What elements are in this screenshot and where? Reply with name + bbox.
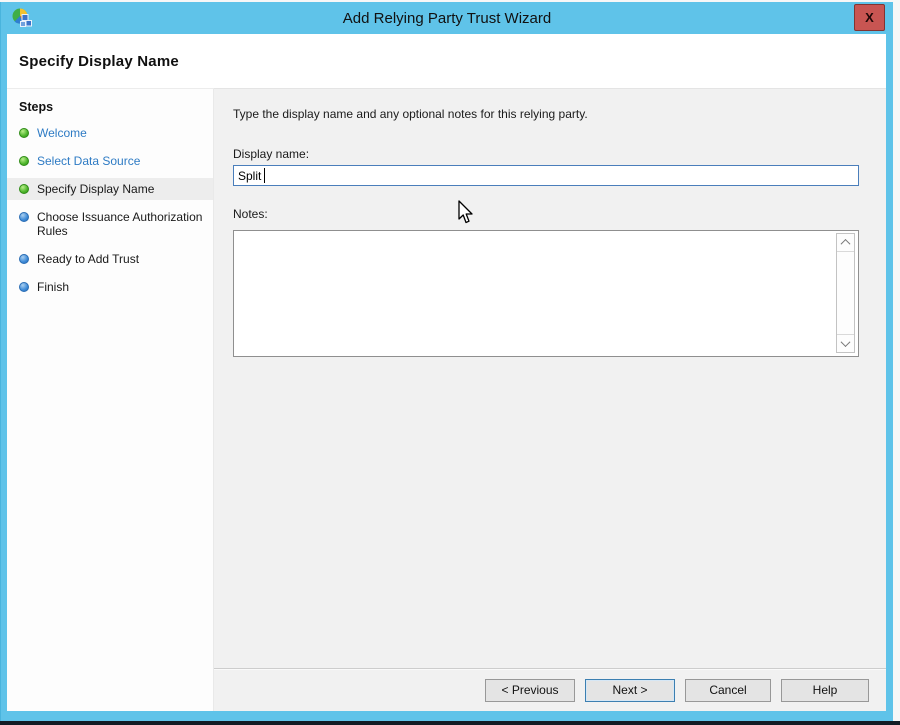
blue-dot-icon <box>19 254 29 264</box>
notes-label: Notes: <box>233 207 886 221</box>
wizard-window: Add Relying Party Trust Wizard X Specify… <box>0 2 893 721</box>
scroll-track[interactable] <box>837 252 854 334</box>
window-title: Add Relying Party Trust Wizard <box>1 2 893 34</box>
chevron-up-icon <box>841 239 851 249</box>
sidebar-step-finish[interactable]: Finish <box>7 276 213 298</box>
sidebar-step-select-data-source[interactable]: Select Data Source <box>7 150 213 172</box>
scroll-up-button[interactable] <box>837 234 854 252</box>
sidebar-step-welcome[interactable]: Welcome <box>7 122 213 144</box>
page-title: Specify Display Name <box>19 53 179 70</box>
instruction-text: Type the display name and any optional n… <box>233 107 886 121</box>
wizard-button-bar: < Previous Next > Cancel Help <box>214 668 886 711</box>
notes-scrollbar[interactable] <box>836 233 855 353</box>
wizard-content-panel: Type the display name and any optional n… <box>214 88 886 711</box>
sidebar-step-choose-issuance-authorization-rules[interactable]: Choose Issuance Authorization Rules <box>7 206 213 242</box>
help-button[interactable]: Help <box>781 679 869 702</box>
display-name-input[interactable] <box>233 165 859 186</box>
next-button[interactable]: Next > <box>585 679 675 702</box>
close-button[interactable]: X <box>854 4 885 31</box>
chevron-down-icon <box>841 337 851 347</box>
steps-sidebar: Steps Welcome Select Data Source Specify… <box>7 88 214 711</box>
notes-field[interactable] <box>233 230 859 357</box>
steps-heading: Steps <box>7 97 213 116</box>
display-name-label: Display name: <box>233 147 886 161</box>
cancel-button[interactable]: Cancel <box>685 679 771 702</box>
green-dot-icon <box>19 184 29 194</box>
scroll-down-button[interactable] <box>837 334 854 352</box>
notes-textarea[interactable] <box>234 231 834 356</box>
blue-dot-icon <box>19 212 29 222</box>
sidebar-step-specify-display-name[interactable]: Specify Display Name <box>7 178 213 200</box>
green-dot-icon <box>19 128 29 138</box>
wizard-page-header: Specify Display Name <box>7 34 886 88</box>
close-icon: X <box>865 10 874 25</box>
text-caret <box>264 168 265 183</box>
green-dot-icon <box>19 156 29 166</box>
blue-dot-icon <box>19 282 29 292</box>
desktop-edge <box>0 721 900 725</box>
previous-button[interactable]: < Previous <box>485 679 575 702</box>
sidebar-step-ready-to-add-trust[interactable]: Ready to Add Trust <box>7 248 213 270</box>
titlebar[interactable]: Add Relying Party Trust Wizard <box>1 2 893 34</box>
